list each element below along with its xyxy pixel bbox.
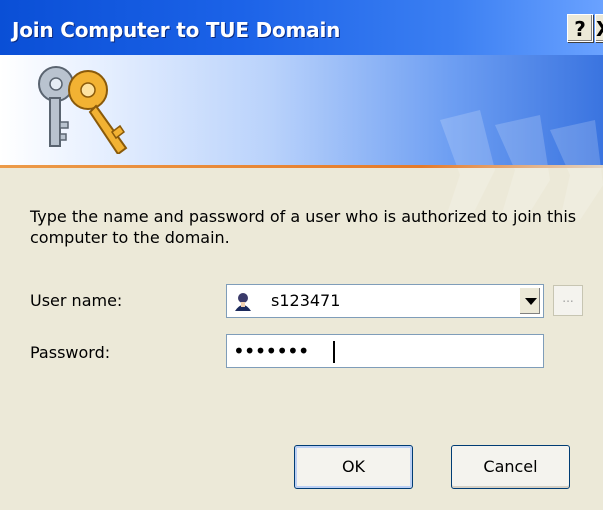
user-name-label: User name: xyxy=(30,291,123,310)
close-button[interactable]: X xyxy=(595,14,603,42)
password-label: Password: xyxy=(30,343,111,362)
password-mask: ••••••• xyxy=(233,339,310,363)
password-field[interactable]: ••••••• xyxy=(226,334,544,368)
user-name-value: s123471 xyxy=(271,291,341,310)
browse-button[interactable]: ... xyxy=(553,285,583,316)
banner-divider xyxy=(0,165,603,168)
chevron-down-icon xyxy=(525,298,537,305)
dialog-window: Join Computer to TUE Domain ? X Typ xyxy=(0,0,603,510)
user-name-combobox[interactable]: s123471 xyxy=(226,284,544,318)
ok-button[interactable]: OK xyxy=(294,445,413,489)
instruction-text: Type the name and password of a user who… xyxy=(30,207,577,247)
window-title: Join Computer to TUE Domain xyxy=(12,18,341,42)
keys-icon xyxy=(38,66,128,154)
help-button[interactable]: ? xyxy=(567,14,593,42)
user-name-dropdown-button[interactable] xyxy=(519,287,541,315)
cancel-button[interactable]: Cancel xyxy=(451,445,570,489)
user-icon xyxy=(233,291,253,311)
title-bar[interactable]: Join Computer to TUE Domain ? X xyxy=(0,0,603,55)
text-caret xyxy=(333,341,335,363)
